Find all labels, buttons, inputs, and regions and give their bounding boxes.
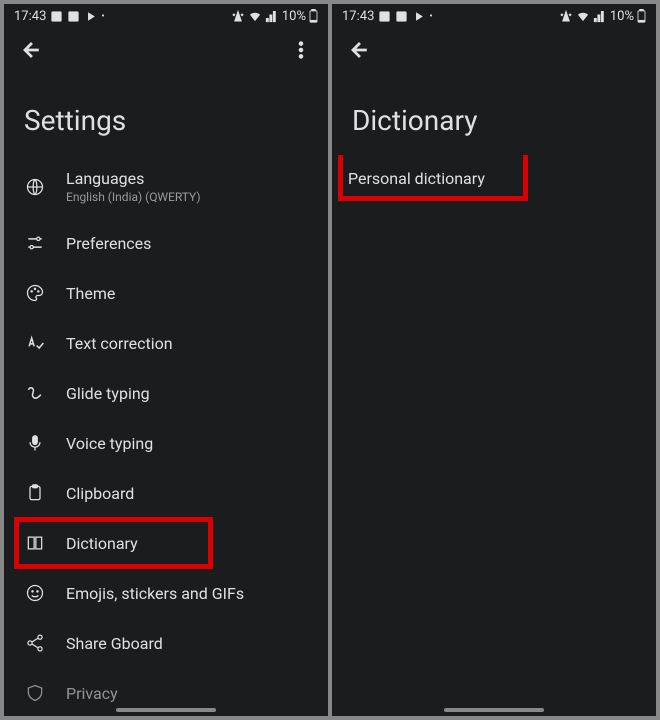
status-bar: 17:43 • 10% [332, 4, 656, 28]
item-label: Dictionary [66, 534, 138, 553]
settings-list: Languages English (India) (QWERTY) Prefe… [4, 155, 328, 716]
item-label: Glide typing [66, 384, 150, 403]
list-item-voice-typing[interactable]: Voice typing [4, 418, 328, 468]
clipboard-icon [24, 482, 46, 504]
item-label: Emojis, stickers and GIFs [66, 584, 244, 603]
shield-icon [24, 682, 46, 704]
item-label: Preferences [66, 234, 151, 253]
vibrate-icon [559, 9, 573, 23]
item-label: Clipboard [66, 484, 134, 503]
list-item-glide-typing[interactable]: Glide typing [4, 368, 328, 418]
phone-right: 17:43 • 10% Dictionary Personal dictiona… [332, 4, 656, 716]
more-button[interactable] [290, 39, 312, 65]
item-label: Theme [66, 284, 115, 303]
spellcheck-icon [24, 332, 46, 354]
item-sublabel: English (India) (QWERTY) [66, 190, 201, 204]
dictionary-list: Personal dictionary [332, 155, 656, 716]
battery-text: 10% [282, 9, 306, 24]
sliders-icon [24, 232, 46, 254]
toolbar [332, 28, 656, 76]
list-item-emojis[interactable]: Emojis, stickers and GIFs [4, 568, 328, 618]
page-title: Dictionary [332, 76, 656, 155]
status-bar: 17:43 • 10% [4, 4, 328, 28]
book-icon [24, 532, 46, 554]
check-icon [395, 10, 408, 23]
nav-indicator[interactable] [444, 708, 544, 712]
globe-icon [24, 176, 46, 198]
play-icon [84, 10, 97, 23]
list-item-share[interactable]: Share Gboard [4, 618, 328, 668]
list-item-theme[interactable]: Theme [4, 268, 328, 318]
item-label: Languages [66, 169, 201, 188]
battery-icon [309, 9, 318, 23]
dot-icon: • [101, 11, 104, 22]
item-label: Personal dictionary [348, 169, 485, 188]
list-item-clipboard[interactable]: Clipboard [4, 468, 328, 518]
status-time: 17:43 [14, 9, 46, 24]
item-label: Share Gboard [66, 634, 163, 653]
back-button[interactable] [348, 39, 370, 65]
palette-icon [24, 282, 46, 304]
dot-icon: • [429, 11, 432, 22]
mic-icon [24, 432, 46, 454]
item-label: Voice typing [66, 434, 153, 453]
wifi-icon [576, 9, 590, 23]
list-item-preferences[interactable]: Preferences [4, 218, 328, 268]
back-button[interactable] [20, 39, 42, 65]
signal-icon [593, 9, 607, 23]
phone-left: 17:43 • 10% Settings Languages English (… [4, 4, 328, 716]
emoji-icon [24, 582, 46, 604]
wifi-icon [248, 9, 262, 23]
list-item-languages[interactable]: Languages English (India) (QWERTY) [4, 155, 328, 218]
gesture-icon [24, 382, 46, 404]
play-icon [412, 10, 425, 23]
page-title: Settings [4, 76, 328, 155]
list-item-personal-dictionary[interactable]: Personal dictionary [332, 155, 656, 202]
list-item-dictionary[interactable]: Dictionary [4, 518, 328, 568]
status-time: 17:43 [342, 9, 374, 24]
list-item-text-correction[interactable]: Text correction [4, 318, 328, 368]
nav-indicator[interactable] [116, 708, 216, 712]
image-icon [50, 10, 63, 23]
item-label: Privacy [66, 684, 118, 703]
image-icon [378, 10, 391, 23]
vibrate-icon [231, 9, 245, 23]
battery-text: 10% [610, 9, 634, 24]
signal-icon [265, 9, 279, 23]
battery-icon [637, 9, 646, 23]
toolbar [4, 28, 328, 76]
check-icon [67, 10, 80, 23]
item-label: Text correction [66, 334, 173, 353]
share-icon [24, 632, 46, 654]
